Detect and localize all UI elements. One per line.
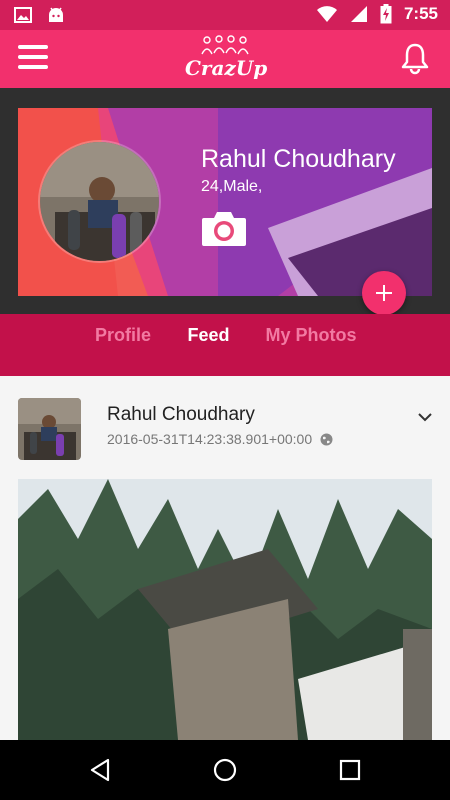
change-cover-button[interactable]: [200, 208, 248, 248]
app-bar: CrazUp: [0, 30, 450, 88]
profile-details: 24,Male,: [201, 178, 263, 195]
battery-charging-icon: [380, 4, 392, 24]
post-author-name[interactable]: Rahul Choudhary: [107, 404, 255, 426]
tab-feed[interactable]: Feed: [173, 314, 244, 376]
post-image[interactable]: [18, 479, 432, 740]
tab-my-photos[interactable]: My Photos: [258, 314, 364, 376]
menu-icon-line: [18, 65, 48, 69]
image-icon: [14, 7, 32, 23]
profile-name: Rahul Choudhary: [201, 145, 396, 173]
post-options-button[interactable]: [414, 406, 436, 428]
menu-icon: [18, 45, 48, 49]
status-bar: 7:55: [0, 0, 450, 30]
menu-icon-line: [18, 55, 48, 59]
post-author-avatar[interactable]: [18, 398, 81, 460]
back-button[interactable]: [84, 754, 116, 786]
profile-header: Rahul Choudhary 24,Male,: [0, 88, 450, 315]
add-icon: [376, 285, 392, 301]
feed-list[interactable]: Rahul Choudhary 2016-05-31T14:23:38.901+…: [0, 376, 450, 740]
notifications-button[interactable]: [398, 41, 432, 75]
system-nav-bar: [0, 740, 450, 800]
android-icon: [49, 7, 63, 22]
recents-button[interactable]: [334, 754, 366, 786]
post-timestamp: 2016-05-31T14:23:38.901+00:00: [107, 431, 333, 447]
tab-bar: Profile Feed My Photos: [0, 314, 450, 376]
wifi-icon: [316, 6, 337, 22]
app-logo: CrazUp: [185, 34, 268, 84]
avatar-photo: [40, 142, 159, 261]
home-button[interactable]: [209, 754, 241, 786]
tab-profile[interactable]: Profile: [82, 314, 164, 376]
camera-icon: [202, 212, 246, 246]
logo-figures-icon: [201, 35, 249, 55]
profile-avatar[interactable]: [38, 140, 161, 263]
clock: 7:55: [403, 4, 438, 23]
post-photo: [18, 479, 432, 740]
recents-icon: [339, 759, 361, 781]
home-icon: [213, 758, 237, 782]
add-button[interactable]: [362, 271, 406, 315]
globe-icon: [320, 433, 333, 446]
menu-button[interactable]: [18, 45, 48, 73]
bell-icon: [401, 43, 429, 75]
logo-text: CrazUp: [185, 56, 268, 80]
signal-icon: [350, 6, 367, 22]
back-icon: [90, 758, 110, 782]
post-avatar-photo: [18, 398, 81, 460]
post-timestamp-text: 2016-05-31T14:23:38.901+00:00: [107, 431, 313, 447]
chevron-down-icon: [418, 413, 432, 422]
